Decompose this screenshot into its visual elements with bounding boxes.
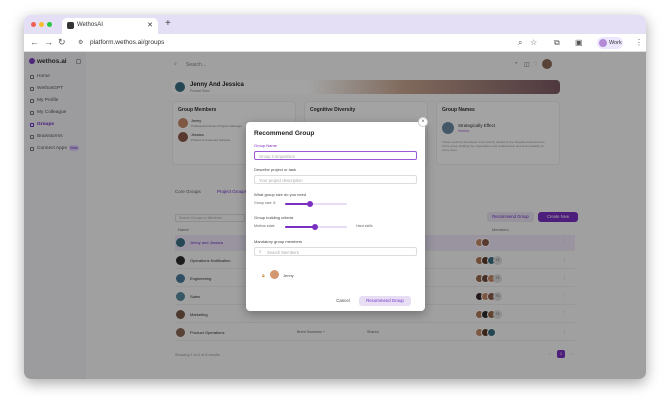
slider-thumb[interactable]: [312, 224, 319, 230]
group-size-value: Group size: 8: [254, 201, 276, 205]
sidepanel-icon[interactable]: ▣: [575, 38, 583, 47]
modal-title: Recommend Group: [254, 130, 315, 137]
close-icon[interactable]: ×: [418, 117, 428, 127]
tab-title: WethosAI: [77, 22, 103, 28]
criteria-slider[interactable]: [285, 224, 347, 230]
member-search-placeholder: Search Members: [267, 250, 299, 255]
minimize-window-button[interactable]: [39, 22, 44, 27]
profile-avatar: [599, 39, 607, 47]
group-name-label: Group Name: [254, 143, 277, 148]
mandatory-members-label: Mandatory group members: [254, 239, 303, 244]
slider-thumb[interactable]: [307, 201, 314, 207]
browser-menu-icon[interactable]: ⋮: [635, 38, 643, 47]
criteria-label: Group building criteria: [254, 215, 294, 220]
selected-member-name: Jenny: [283, 273, 294, 278]
group-name-input[interactable]: Group Composition: [254, 151, 417, 160]
browser-tab-bar: WethosAI ✕ +: [24, 15, 646, 34]
address-bar[interactable]: ⚙ platform.wethos.ai/groups: [76, 37, 536, 49]
profile-button[interactable]: Work: [597, 37, 623, 49]
describe-label: Describe project or task: [254, 167, 297, 172]
back-icon[interactable]: ←: [30, 37, 39, 47]
recommend-group-submit-button[interactable]: Recommend Group: [359, 296, 411, 306]
lock-icon: 🔒︎: [262, 273, 265, 279]
tab-close-icon[interactable]: ✕: [147, 21, 153, 29]
forward-icon[interactable]: →: [44, 37, 53, 47]
criteria-left-label: Methos state: [254, 224, 275, 228]
slider-fill: [285, 226, 316, 228]
bookmark-star-icon[interactable]: ☆: [530, 38, 537, 47]
browser-tab[interactable]: WethosAI ✕: [62, 18, 158, 34]
site-info-icon[interactable]: ⚙: [78, 39, 83, 46]
recommend-group-modal: × Recommend Group Group Name Group Compo…: [246, 117, 428, 311]
reload-icon[interactable]: ↻: [58, 37, 66, 48]
favicon-icon: [67, 22, 74, 29]
describe-input[interactable]: Your project description: [254, 175, 417, 184]
close-window-button[interactable]: [31, 22, 36, 27]
criteria-right-label: Hard skills: [356, 224, 373, 228]
member-search-input[interactable]: ⌕ Search Members: [254, 247, 417, 256]
maximize-window-button[interactable]: [47, 22, 52, 27]
new-tab-icon[interactable]: +: [165, 18, 171, 29]
group-size-slider[interactable]: [285, 201, 347, 207]
selected-member-avatar: [270, 270, 279, 279]
search-icon: ⌕: [259, 249, 262, 254]
cancel-button[interactable]: Cancel: [332, 296, 354, 306]
browser-window: WethosAI ✕ + ← → ↻ ⚙ platform.wethos.ai/…: [24, 15, 646, 379]
browser-toolbar: ← → ↻ ⚙ platform.wethos.ai/groups ⌕ ☆ ⧉ …: [24, 34, 646, 52]
profile-label: Work: [609, 40, 622, 46]
zoom-icon[interactable]: ⌕: [518, 38, 522, 48]
url-text: platform.wethos.ai/groups: [90, 39, 165, 46]
extensions-icon[interactable]: ⧉: [554, 38, 560, 48]
group-size-label: What group size do you need: [254, 192, 307, 197]
